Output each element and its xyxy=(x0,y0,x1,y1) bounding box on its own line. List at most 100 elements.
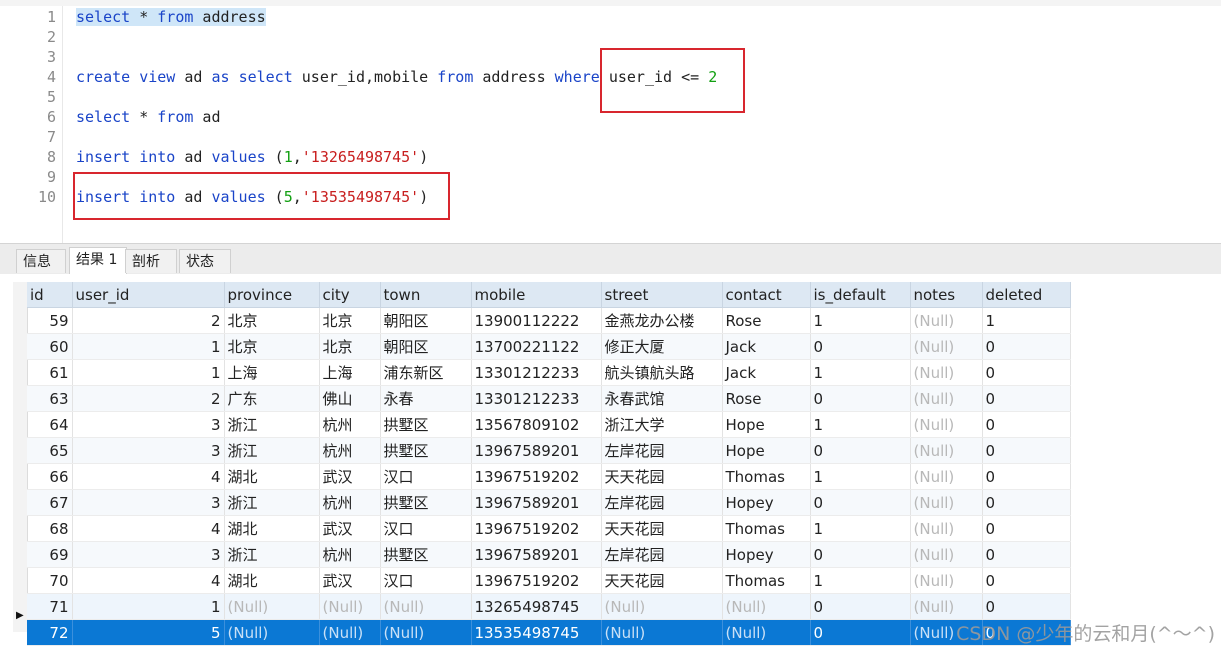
cell-province[interactable]: 浙江 xyxy=(224,541,320,568)
cell-id[interactable]: 64 xyxy=(27,411,73,438)
cell-user-id[interactable]: 5 xyxy=(72,619,225,646)
cell-id[interactable]: 69 xyxy=(27,541,73,568)
cell-city[interactable]: 北京 xyxy=(319,333,381,360)
table-row[interactable]: 70 4 湖北 武汉 汉口 13967519202 天天花园 Thomas 1 (Null) 0 xyxy=(27,567,1071,594)
cell-contact[interactable]: Hope xyxy=(722,437,811,464)
column-header-notes[interactable]: notes xyxy=(910,282,983,308)
cell-notes[interactable]: (Null) xyxy=(910,593,983,620)
column-header-province[interactable]: province xyxy=(224,282,320,308)
cell-contact[interactable]: Rose xyxy=(722,385,811,412)
cell-mobile[interactable]: 13301212233 xyxy=(471,359,602,386)
cell-deleted[interactable]: 0 xyxy=(982,359,1071,386)
cell-is-default[interactable]: 0 xyxy=(810,619,911,646)
column-header-id[interactable]: id xyxy=(27,282,73,308)
cell-is-default[interactable]: 0 xyxy=(810,593,911,620)
cell-id[interactable]: 60 xyxy=(27,333,73,360)
cell-deleted[interactable]: 0 xyxy=(982,593,1071,620)
cell-is-default[interactable]: 0 xyxy=(810,541,911,568)
cell-street[interactable]: 修正大厦 xyxy=(601,333,723,360)
cell-deleted[interactable]: 0 xyxy=(982,515,1071,542)
cell-deleted[interactable]: 0 xyxy=(982,541,1071,568)
cell-is-default[interactable]: 1 xyxy=(810,463,911,490)
column-header-city[interactable]: city xyxy=(319,282,381,308)
cell-contact[interactable]: (Null) xyxy=(722,619,811,646)
cell-id[interactable]: 72 xyxy=(27,619,73,646)
cell-notes[interactable]: (Null) xyxy=(910,489,983,516)
table-row[interactable]: 72 5 (Null) (Null) (Null) 13535498745 (Null) (N… xyxy=(27,619,1071,646)
tab-info[interactable]: 信息 xyxy=(16,249,66,273)
table-row[interactable]: 71 1 (Null) (Null) (Null) 13265498745 (Null) (N… xyxy=(27,593,1071,620)
cell-notes[interactable]: (Null) xyxy=(910,333,983,360)
cell-is-default[interactable]: 1 xyxy=(810,567,911,594)
cell-mobile[interactable]: 13700221122 xyxy=(471,333,602,360)
code-line[interactable]: select * from address xyxy=(76,7,266,27)
cell-contact[interactable]: Jack xyxy=(722,359,811,386)
cell-province[interactable]: 浙江 xyxy=(224,411,320,438)
column-header-mobile[interactable]: mobile xyxy=(471,282,602,308)
cell-mobile[interactable]: 13967589201 xyxy=(471,541,602,568)
column-header-is-default[interactable]: is_default xyxy=(810,282,911,308)
cell-contact[interactable]: Thomas xyxy=(722,463,811,490)
cell-contact[interactable]: Rose xyxy=(722,307,811,334)
cell-street[interactable]: 左岸花园 xyxy=(601,437,723,464)
table-row[interactable]: 69 3 浙江 杭州 拱墅区 13967589201 左岸花园 Hopey 0 (Null) 0 xyxy=(27,541,1071,568)
cell-notes[interactable]: (Null) xyxy=(910,567,983,594)
cell-user-id[interactable]: 4 xyxy=(72,463,225,490)
cell-town[interactable]: (Null) xyxy=(380,593,472,620)
cell-town[interactable]: 拱墅区 xyxy=(380,411,472,438)
cell-street[interactable]: 左岸花园 xyxy=(601,489,723,516)
table-row[interactable]: 64 3 浙江 杭州 拱墅区 13567809102 浙江大学 Hope 1 (Null) 0 xyxy=(27,411,1071,438)
cell-id[interactable]: 63 xyxy=(27,385,73,412)
cell-contact[interactable]: Thomas xyxy=(722,515,811,542)
cell-contact[interactable]: Jack xyxy=(722,333,811,360)
table-row[interactable]: 60 1 北京 北京 朝阳区 13700221122 修正大厦 Jack 0 (Null) 0 xyxy=(27,333,1071,360)
cell-id[interactable]: 68 xyxy=(27,515,73,542)
cell-user-id[interactable]: 1 xyxy=(72,593,225,620)
cell-is-default[interactable]: 1 xyxy=(810,515,911,542)
cell-city[interactable]: 上海 xyxy=(319,359,381,386)
cell-city[interactable]: (Null) xyxy=(319,619,381,646)
cell-id[interactable]: 65 xyxy=(27,437,73,464)
tab-profile[interactable]: 剖析 xyxy=(125,249,177,273)
cell-city[interactable]: 杭州 xyxy=(319,437,381,464)
cell-city[interactable]: (Null) xyxy=(319,593,381,620)
cell-town[interactable]: 拱墅区 xyxy=(380,437,472,464)
cell-mobile[interactable]: 13567809102 xyxy=(471,411,602,438)
cell-street[interactable]: 天天花园 xyxy=(601,463,723,490)
cell-is-default[interactable]: 0 xyxy=(810,333,911,360)
cell-province[interactable]: 湖北 xyxy=(224,567,320,594)
cell-contact[interactable]: (Null) xyxy=(722,593,811,620)
tab-status[interactable]: 状态 xyxy=(179,249,231,273)
cell-user-id[interactable]: 1 xyxy=(72,333,225,360)
cell-is-default[interactable]: 0 xyxy=(810,385,911,412)
cell-deleted[interactable]: 0 xyxy=(982,385,1071,412)
cell-province[interactable]: 北京 xyxy=(224,307,320,334)
code-line[interactable]: select * from ad xyxy=(76,107,221,127)
cell-id[interactable]: 59 xyxy=(27,307,73,334)
cell-notes[interactable]: (Null) xyxy=(910,385,983,412)
cell-user-id[interactable]: 3 xyxy=(72,437,225,464)
cell-city[interactable]: 武汉 xyxy=(319,463,381,490)
cell-street[interactable]: 浙江大学 xyxy=(601,411,723,438)
column-header-street[interactable]: street xyxy=(601,282,723,308)
cell-contact[interactable]: Hopey xyxy=(722,541,811,568)
cell-province[interactable]: (Null) xyxy=(224,593,320,620)
cell-is-default[interactable]: 1 xyxy=(810,411,911,438)
cell-deleted[interactable]: 0 xyxy=(982,437,1071,464)
cell-mobile[interactable]: 13967519202 xyxy=(471,463,602,490)
cell-town[interactable]: 浦东新区 xyxy=(380,359,472,386)
cell-street[interactable]: 天天花园 xyxy=(601,515,723,542)
cell-contact[interactable]: Hope xyxy=(722,411,811,438)
tab-result-1[interactable]: 结果 1 xyxy=(69,247,127,274)
cell-street[interactable]: 左岸花园 xyxy=(601,541,723,568)
cell-town[interactable]: (Null) xyxy=(380,619,472,646)
cell-province[interactable]: 广东 xyxy=(224,385,320,412)
cell-street[interactable]: 永春武馆 xyxy=(601,385,723,412)
cell-id[interactable]: 61 xyxy=(27,359,73,386)
cell-deleted[interactable]: 0 xyxy=(982,463,1071,490)
sql-editor[interactable]: 1 select * from address 2 3 4 create view ad … xyxy=(0,0,1221,243)
cell-user-id[interactable]: 1 xyxy=(72,359,225,386)
code-line[interactable]: insert into ad values (1,'13265498745') xyxy=(76,147,428,167)
table-row[interactable]: 61 1 上海 上海 浦东新区 13301212233 航头镇航头路 Jack 1 (Null) 0 xyxy=(27,359,1071,386)
cell-id[interactable]: 70 xyxy=(27,567,73,594)
